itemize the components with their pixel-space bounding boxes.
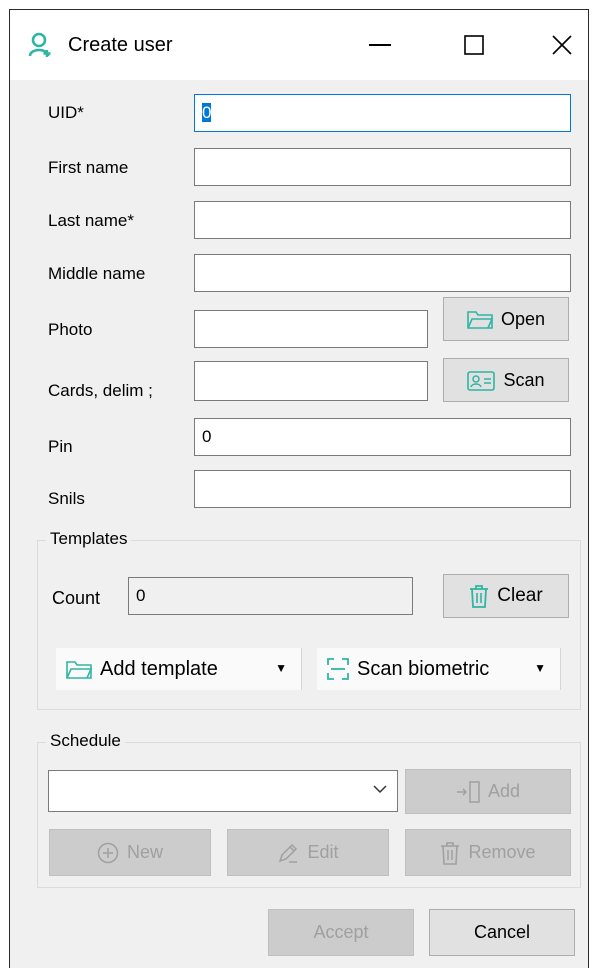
- schedule-title: Schedule: [46, 731, 125, 751]
- photo-label: Photo: [48, 320, 93, 339]
- snils-input[interactable]: [194, 470, 571, 508]
- last-name-label: Last name*: [48, 211, 134, 230]
- clear-button-label: Clear: [497, 585, 543, 606]
- add-template-dropdown[interactable]: Add template ▼: [56, 648, 302, 690]
- edit-schedule-label: Edit: [307, 842, 339, 862]
- schedule-select[interactable]: [48, 770, 398, 812]
- minimize-icon: [369, 44, 391, 46]
- photo-input[interactable]: [194, 310, 428, 348]
- last-name-input[interactable]: [194, 201, 571, 239]
- open-button[interactable]: Open: [443, 297, 569, 341]
- snils-label: Snils: [48, 489, 85, 508]
- maximize-icon: [464, 35, 484, 55]
- cards-input[interactable]: [194, 361, 428, 401]
- create-user-window: Create user UID* 0 First name Last name*…: [9, 9, 589, 968]
- remove-schedule-label: Remove: [468, 842, 536, 862]
- pin-label: Pin: [48, 437, 73, 456]
- close-button[interactable]: [532, 10, 592, 80]
- first-name-label: First name: [48, 158, 129, 177]
- close-icon: [552, 35, 572, 55]
- user-add-icon: [28, 32, 51, 57]
- uid-value: 0: [202, 103, 212, 122]
- chevron-down-icon: [373, 785, 387, 794]
- add-schedule-button[interactable]: Add: [405, 769, 571, 814]
- window-title: Create user: [68, 34, 173, 56]
- trash-icon: [441, 841, 460, 865]
- uid-input[interactable]: 0: [194, 94, 571, 132]
- new-schedule-button[interactable]: New: [49, 829, 211, 876]
- plus-circle-icon: [97, 842, 119, 863]
- middle-name-input[interactable]: [194, 254, 571, 292]
- scan-biometric-label: Scan biometric: [357, 657, 490, 680]
- minimize-button[interactable]: [350, 10, 410, 80]
- add-to-device-icon: [456, 780, 480, 803]
- folder-icon: [467, 311, 494, 329]
- maximize-button[interactable]: [444, 10, 504, 80]
- cards-label: Cards, delim ;: [48, 381, 153, 400]
- count-field: 0: [128, 577, 413, 615]
- edit-schedule-button[interactable]: Edit: [227, 829, 389, 876]
- count-label: Count: [52, 588, 101, 608]
- uid-label: UID*: [48, 103, 84, 122]
- pencil-icon: [279, 843, 298, 863]
- id-card-icon: [467, 371, 496, 391]
- pin-input[interactable]: 0: [194, 418, 571, 456]
- clear-button[interactable]: Clear: [443, 574, 569, 618]
- trash-icon: [470, 585, 489, 608]
- add-schedule-label: Add: [487, 781, 521, 801]
- cancel-button[interactable]: Cancel: [429, 909, 575, 956]
- scan-button[interactable]: Scan: [443, 358, 569, 402]
- open-button-label: Open: [500, 308, 546, 329]
- dropdown-arrow-icon: ▼: [534, 661, 546, 675]
- middle-name-label: Middle name: [48, 264, 146, 283]
- templates-title: Templates: [46, 529, 132, 549]
- scan-biometric-dropdown[interactable]: Scan biometric ▼: [317, 648, 561, 690]
- cancel-button-label: Cancel: [473, 922, 531, 942]
- new-schedule-label: New: [126, 842, 163, 862]
- folder-icon: [66, 661, 93, 679]
- dropdown-arrow-icon: ▼: [275, 661, 287, 675]
- scan-button-label: Scan: [503, 369, 545, 390]
- accept-button[interactable]: Accept: [268, 909, 414, 956]
- remove-schedule-button[interactable]: Remove: [405, 829, 571, 876]
- scan-frame-icon: [327, 658, 349, 680]
- title-bar[interactable]: Create user: [10, 10, 588, 80]
- add-template-label: Add template: [100, 657, 218, 680]
- accept-button-label: Accept: [313, 922, 369, 942]
- first-name-input[interactable]: [194, 148, 571, 186]
